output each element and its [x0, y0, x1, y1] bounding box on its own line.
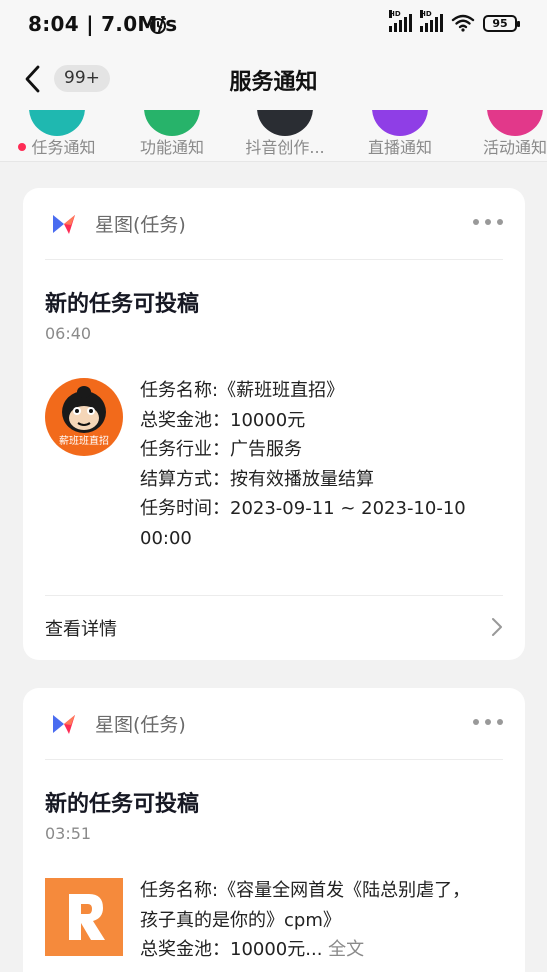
source-name: 星图(任务) — [95, 714, 186, 736]
tab-label: 直播通知 — [367, 138, 432, 157]
nav-bar: 99+ 服务通知 — [0, 52, 547, 110]
more-options-icon[interactable] — [473, 716, 503, 728]
category-avatar — [144, 110, 200, 136]
view-details-row[interactable]: 查看详情 — [45, 595, 503, 660]
wifi-icon — [451, 14, 475, 32]
tab-task-notice[interactable]: 任务通知 — [2, 110, 112, 161]
cellular-signal-icon: HD — [389, 10, 412, 32]
task-industry: 任务行业：广告服务 — [140, 439, 302, 460]
task-name: 任务名称:《薪班班直招》 — [140, 380, 345, 401]
category-tabs: 任务通知 功能通知 抖音创作... 直播通知 活动通知 — [0, 110, 547, 162]
category-avatar — [372, 110, 428, 136]
card-header: 星图(任务) — [45, 688, 503, 760]
task-thumbnail — [45, 878, 123, 956]
xingtu-logo-icon — [53, 715, 75, 734]
task-period: 任务时间：2023-09-11 ~ 2023-10-10 00:00 — [140, 498, 466, 549]
chevron-right-icon — [492, 618, 502, 636]
cellular-signal-2-icon: HD — [420, 10, 443, 32]
prize-pool: 总奖金池：10000元 — [140, 409, 306, 431]
unread-dot — [18, 142, 27, 151]
alarm-icon — [150, 16, 166, 34]
card-header: 星图(任务) — [45, 188, 503, 260]
card-time: 06:40 — [45, 324, 92, 343]
page-title: 服务通知 — [229, 70, 318, 95]
tab-label: 功能通知 — [139, 138, 204, 157]
view-details-label: 查看详情 — [45, 619, 117, 640]
tab-live-notice[interactable]: 直播通知 — [345, 110, 455, 161]
task-details: 任务名称:《容量全网首发《陆总别虐了，孩子真的是你的》cpm》 总奖金池：100… — [140, 876, 485, 965]
card-time: 03:51 — [45, 824, 92, 843]
more-options-icon[interactable] — [473, 216, 503, 228]
battery-indicator: 95 — [483, 14, 520, 32]
tab-label: 抖音创作... — [245, 138, 325, 157]
task-details: 任务名称:《薪班班直招》 总奖金池：10000元 任务行业：广告服务 结算方式：… — [140, 376, 485, 553]
tab-event-notice[interactable]: 活动通知 — [460, 110, 547, 161]
source-name: 星图(任务) — [95, 214, 186, 236]
category-avatar — [257, 110, 313, 136]
notification-card[interactable]: 星图(任务) 新的任务可投稿 03:51 任务名称:《容量全网首发《陆总别虐了，… — [23, 688, 525, 972]
card-title: 新的任务可投稿 — [45, 792, 200, 817]
task-name: 任务名称:《容量全网首发《陆总别虐了，孩子真的是你的》cpm》 — [140, 880, 471, 931]
full-text-link[interactable]: 全文 — [328, 939, 364, 960]
tab-label: 任务通知 — [31, 138, 96, 157]
settlement-method: 结算方式：按有效播放量结算 — [140, 468, 374, 490]
svg-text:薪班班直招: 薪班班直招 — [59, 434, 109, 447]
prize-pool: 总奖金池：10000元... 全文 — [140, 939, 365, 960]
status-bar: 8:04 | 7.0M/s HD HD 95 — [0, 0, 547, 52]
tab-douyin-creator[interactable]: 抖音创作... — [230, 110, 340, 161]
category-avatar — [487, 110, 543, 136]
category-avatar — [29, 110, 85, 136]
tab-feature-notice[interactable]: 功能通知 — [117, 110, 227, 161]
xingtu-logo-icon — [53, 215, 75, 234]
tab-label: 活动通知 — [482, 138, 547, 157]
task-thumbnail: 薪班班直招 — [45, 378, 123, 456]
notification-card[interactable]: 星图(任务) 新的任务可投稿 06:40 薪班班直招 任务名称:《薪班班直招》 … — [23, 188, 525, 660]
card-title: 新的任务可投稿 — [45, 292, 200, 317]
